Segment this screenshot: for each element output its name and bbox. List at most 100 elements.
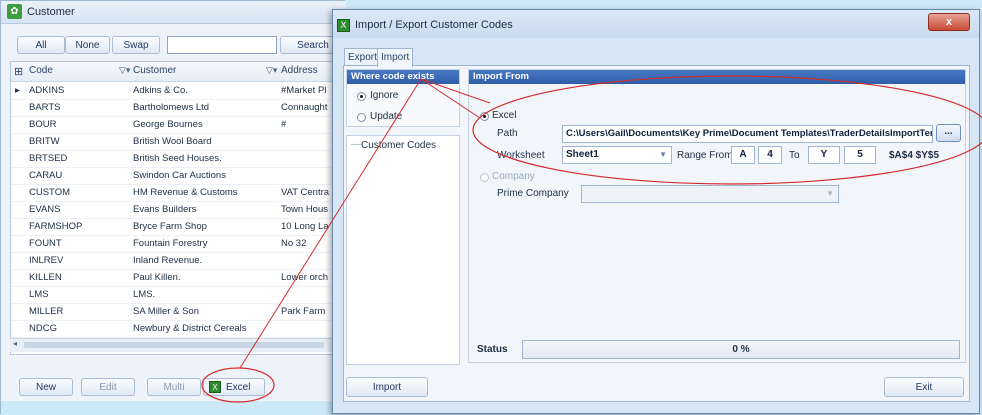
cell-code: KILLEN (29, 272, 62, 283)
range-from-label: Range From (677, 150, 733, 161)
table-row[interactable]: FOUNT Fountain Forestry No 32 (11, 235, 345, 253)
excel-source-label: Excel (492, 110, 517, 121)
customer-window-title: Customer (27, 6, 75, 18)
close-button[interactable]: x (928, 13, 970, 31)
cell-code: MILLER (29, 306, 64, 317)
range-to-column-input[interactable]: Y (808, 146, 840, 164)
customer-window: ✿ Customer All None Swap Search ⊞ Code ▽… (0, 0, 346, 415)
filter-icon[interactable]: ▽▾ (119, 65, 130, 76)
prime-company-select[interactable]: ▼ (581, 185, 839, 203)
table-row[interactable]: FARMSHOP Bryce Farm Shop 10 Long La (11, 218, 345, 236)
table-row[interactable]: BRITW British Wool Board (11, 133, 345, 151)
excel-button[interactable]: X Excel (203, 378, 265, 396)
customer-app-icon: ✿ (7, 4, 22, 19)
update-label: Update (370, 111, 403, 122)
range-summary: $A$4 $Y$5 (889, 150, 940, 161)
where-code-exists-header: Where code exists (347, 70, 459, 84)
cell-code: BARTS (29, 102, 61, 113)
cell-code: NDCG (29, 323, 57, 334)
filter-icon[interactable]: ▽▾ (266, 65, 277, 76)
worksheet-value: Sheet1 (566, 149, 599, 160)
column-header-address[interactable]: Address (281, 65, 318, 76)
cell-code: INLREV (29, 255, 64, 266)
table-row[interactable]: KILLEN Paul Killen. Lower orch (11, 269, 345, 287)
cell-customer: Inland Revenue. (133, 255, 203, 266)
excel-button-label: Excel (226, 382, 251, 393)
table-row[interactable]: BOUR George Bournes # (11, 116, 345, 134)
table-row[interactable]: ▸ ADKINS Adkins & Co. #Market Pl (11, 82, 345, 100)
cell-address: 10 Long La (281, 221, 329, 232)
table-row[interactable]: LMS LMS. (11, 286, 345, 304)
cell-customer: Evans Builders (133, 204, 197, 215)
range-from-column-input[interactable]: A (731, 146, 755, 164)
status-progress-bar: 0 % (522, 340, 960, 359)
path-input[interactable]: C:\Users\Gail\Documents\Key Prime\Docume… (562, 125, 933, 143)
customer-grid: ⊞ Code ▽▾ Customer ▽▾ Address ▸ ADKINS Adk… (10, 61, 346, 355)
search-input[interactable] (167, 36, 277, 54)
chevron-down-icon: ▼ (659, 150, 667, 159)
table-row[interactable]: BARTS Bartholomews Ltd Connaught (11, 99, 345, 117)
browse-button[interactable]: ... (936, 124, 961, 142)
table-row[interactable]: BRTSED British Seed Houses. (11, 150, 345, 168)
range-from-row-input[interactable]: 4 (758, 146, 782, 164)
dialog-title: Import / Export Customer Codes (355, 19, 513, 31)
cell-customer: Bartholomews Ltd (133, 102, 210, 113)
current-row-indicator-icon: ▸ (15, 85, 20, 96)
cell-customer: Fountain Forestry (133, 238, 208, 249)
table-row[interactable]: MILLER SA Miller & Son Park Farm (11, 303, 345, 321)
cell-address: # (281, 119, 287, 130)
import-from-header: Import From (469, 70, 965, 84)
cell-customer: LMS. (133, 289, 156, 300)
update-radio[interactable] (357, 113, 366, 122)
cell-address: VAT Centra (281, 187, 330, 198)
cell-code: BRTSED (29, 153, 68, 164)
cell-code: CARAU (29, 170, 63, 181)
tab-export[interactable]: Export (344, 48, 381, 66)
worksheet-label: Worksheet (497, 150, 545, 161)
horizontal-scrollbar[interactable]: ◂ (10, 338, 346, 352)
new-button[interactable]: New (19, 378, 73, 396)
range-to-row-input[interactable]: 5 (844, 146, 876, 164)
import-from-panel: Import From Excel Path C:\Users\Gail\Doc… (468, 69, 966, 363)
dialog-title-bar: X Import / Export Customer Codes x (333, 10, 979, 38)
select-all-button[interactable]: All (17, 36, 65, 54)
table-row[interactable]: INLREV Inland Revenue. (11, 252, 345, 270)
swap-button[interactable]: Swap (112, 36, 160, 54)
cell-customer: Swindon Car Auctions (133, 170, 226, 181)
cell-customer: SA Miller & Son (133, 306, 199, 317)
cell-customer: George Bournes (133, 119, 203, 130)
scroll-left-icon[interactable]: ◂ (13, 339, 17, 348)
tree-item-customer-codes[interactable]: Customer Codes (361, 140, 436, 151)
cell-address: Town Hous (281, 204, 328, 215)
company-radio[interactable] (480, 173, 489, 182)
table-row[interactable]: NDCG Newbury & District Cereals (11, 320, 345, 338)
scrollbar-thumb[interactable] (24, 342, 324, 348)
table-row[interactable]: CUSTOM HM Revenue & Customs VAT Centra (11, 184, 345, 202)
tab-import[interactable]: Import (377, 48, 414, 67)
column-header-code[interactable]: Code (29, 65, 53, 76)
cell-address: Park Farm (281, 306, 326, 317)
excel-icon: X (337, 19, 350, 32)
multi-button[interactable]: Multi (147, 378, 201, 396)
where-code-exists-panel: Where code exists Ignore Update (346, 69, 460, 127)
worksheet-select[interactable]: Sheet1 ▼ (562, 146, 672, 164)
chevron-down-icon: ▼ (826, 189, 834, 198)
select-none-button[interactable]: None (65, 36, 110, 54)
cell-code: CUSTOM (29, 187, 70, 198)
edit-button[interactable]: Edit (81, 378, 135, 396)
grid-settings-icon[interactable]: ⊞ (14, 65, 23, 78)
cell-customer: HM Revenue & Customs (133, 187, 238, 198)
import-button[interactable]: Import (346, 377, 428, 397)
cell-customer: British Seed Houses. (133, 153, 222, 164)
cell-code: FARMSHOP (29, 221, 83, 232)
excel-radio[interactable] (480, 112, 489, 121)
cell-code: BOUR (29, 119, 57, 130)
exit-button[interactable]: Exit (884, 377, 964, 397)
ignore-radio[interactable] (357, 92, 366, 101)
table-row[interactable]: CARAU Swindon Car Auctions (11, 167, 345, 185)
cell-customer: Bryce Farm Shop (133, 221, 207, 232)
path-label: Path (497, 128, 518, 139)
column-header-customer[interactable]: Customer (133, 65, 176, 76)
cell-customer: Newbury & District Cereals (133, 323, 247, 334)
table-row[interactable]: EVANS Evans Builders Town Hous (11, 201, 345, 219)
